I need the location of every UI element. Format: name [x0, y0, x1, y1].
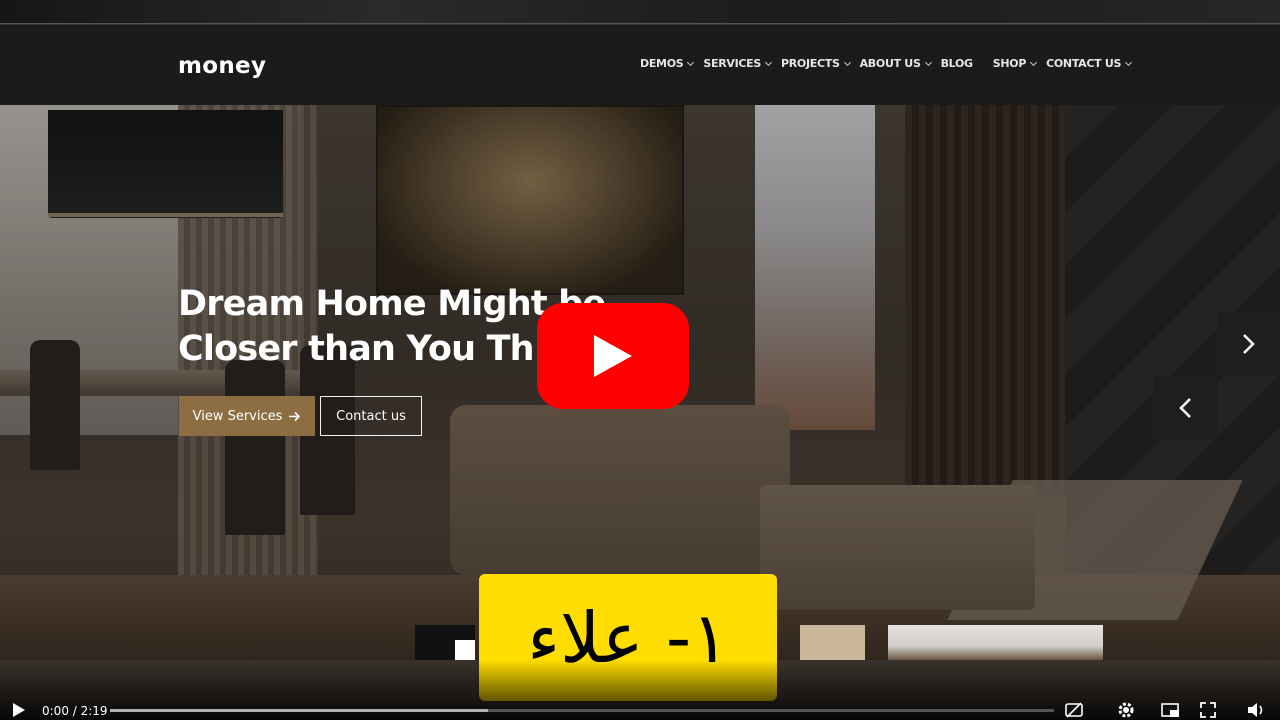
view-services-label: View Services	[192, 408, 283, 424]
nav-item-shop[interactable]: SHOP	[992, 57, 1038, 70]
volume-icon[interactable]	[1246, 700, 1266, 720]
contact-us-button[interactable]: Contact us	[320, 396, 422, 436]
chevron-left-icon	[1179, 398, 1191, 418]
contact-us-label: Contact us	[336, 408, 406, 424]
time-display: 0:00 / 2:19	[42, 704, 108, 718]
nav-label: DEMOS	[640, 57, 684, 70]
chevron-down-icon	[924, 58, 932, 66]
nav-label: BLOG	[940, 57, 973, 70]
youtube-play-button[interactable]	[537, 303, 689, 409]
progress-bar[interactable]	[110, 709, 1054, 712]
nav-item-contact-us[interactable]: CONTACT US	[1046, 57, 1133, 70]
chevron-down-icon	[1030, 58, 1038, 66]
nav-label: CONTACT US	[1046, 57, 1122, 70]
nav-label: SERVICES	[703, 57, 761, 70]
video-frame[interactable]: money DEMOS SERVICES PROJECTS ABOUT US B…	[0, 0, 1280, 720]
chevron-down-icon	[1125, 58, 1133, 66]
player-controls: 0:00 / 2:19	[0, 660, 1280, 720]
thumbnail[interactable]	[888, 625, 1103, 660]
arrow-right-icon	[289, 411, 301, 421]
chevron-down-icon	[687, 58, 695, 66]
thumbnail[interactable]	[455, 640, 475, 660]
nav-label: PROJECTS	[781, 57, 840, 70]
nav-item-about-us[interactable]: ABOUT US	[859, 57, 932, 70]
subtitles-off-icon[interactable]	[1064, 700, 1084, 720]
chevron-down-icon	[843, 58, 851, 66]
gear-icon[interactable]	[1116, 700, 1136, 720]
thumbnail[interactable]	[800, 625, 865, 660]
nav-label: ABOUT US	[859, 57, 921, 70]
view-services-button[interactable]: View Services	[179, 396, 315, 436]
chevron-right-icon	[1242, 334, 1255, 354]
previous-frame-strip	[0, 0, 1280, 24]
progress-buffer	[110, 709, 488, 712]
site-header: money DEMOS SERVICES PROJECTS ABOUT US B…	[0, 25, 1280, 105]
play-icon	[594, 335, 632, 377]
nav-item-blog[interactable]: BLOG	[941, 57, 973, 70]
nav-item-demos[interactable]: DEMOS	[640, 57, 695, 70]
slider-next-button[interactable]	[1217, 312, 1280, 376]
chevron-down-icon	[764, 58, 773, 66]
play-icon[interactable]	[12, 702, 26, 718]
miniplayer-icon[interactable]	[1160, 700, 1180, 720]
site-logo[interactable]: money	[178, 53, 266, 79]
nav-item-services[interactable]: SERVICES	[703, 57, 773, 70]
main-nav: DEMOS SERVICES PROJECTS ABOUT US BLOG SH…	[640, 57, 1133, 70]
slider-prev-button[interactable]	[1153, 376, 1217, 440]
nav-label: SHOP	[992, 57, 1027, 70]
nav-item-projects[interactable]: PROJECTS	[781, 57, 851, 70]
fullscreen-icon[interactable]	[1198, 700, 1218, 720]
